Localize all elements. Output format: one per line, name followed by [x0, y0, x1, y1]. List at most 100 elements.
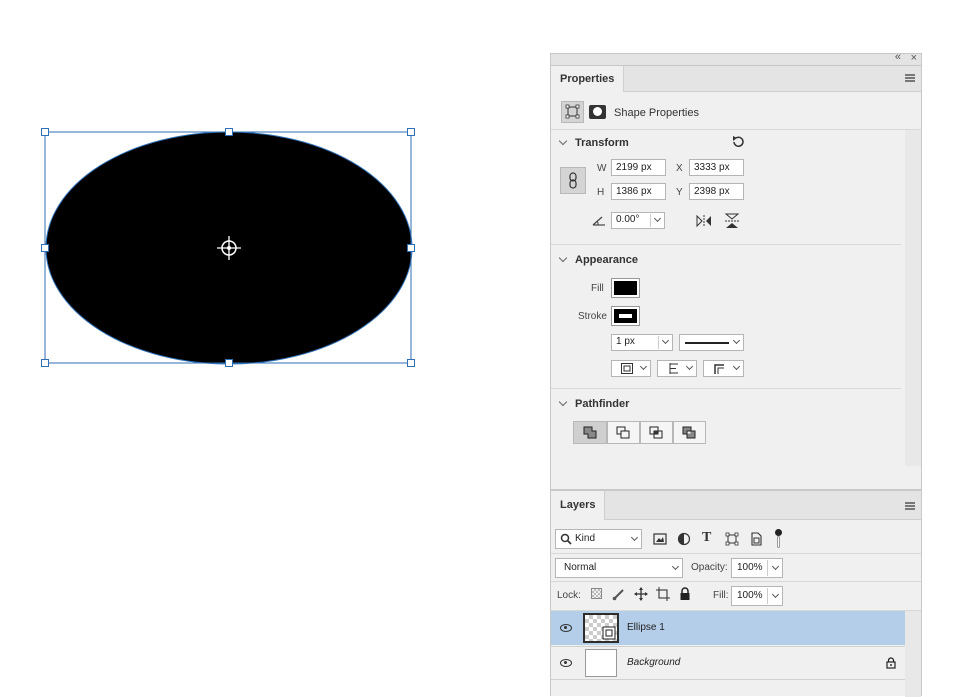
handle-top-center[interactable]: [225, 128, 233, 136]
filter-kind-dropdown[interactable]: Kind: [555, 529, 642, 549]
lock-image-pixels-icon[interactable]: [612, 587, 626, 601]
height-label: H: [597, 187, 605, 198]
layers-tabbar: Layers: [551, 491, 921, 520]
tab-layers[interactable]: Layers: [551, 491, 606, 520]
tab-properties[interactable]: Properties: [551, 66, 625, 92]
subtract-front-shape-icon: [616, 426, 630, 439]
link-dimensions-button[interactable]: [560, 167, 586, 194]
fill-swatch[interactable]: [611, 278, 640, 298]
exclude-overlap-button[interactable]: [673, 421, 706, 444]
angle-value: 0.00°: [616, 214, 640, 225]
transform-collapse-chevron[interactable]: [558, 136, 568, 146]
stroke-caps-dropdown[interactable]: [657, 360, 697, 377]
layer-name[interactable]: Ellipse 1: [627, 622, 665, 633]
combine-shapes-button[interactable]: [573, 421, 607, 444]
fill-opacity-label: Fill:: [713, 590, 729, 601]
fill-opacity-field[interactable]: 100%: [731, 586, 783, 606]
handle-bottom-right[interactable]: [407, 359, 415, 367]
intersect-shapes-icon: [649, 426, 663, 439]
canvas-artwork: [44, 131, 413, 365]
reset-transform-icon[interactable]: [731, 135, 745, 149]
properties-tabbar: Properties: [551, 66, 921, 92]
stroke-align-dropdown[interactable]: [611, 360, 651, 377]
layer-thumbnail: [585, 649, 617, 677]
stroke-width-dropdown[interactable]: 1 px: [611, 334, 673, 351]
handle-middle-right[interactable]: [407, 244, 415, 252]
opacity-label: Opacity:: [691, 562, 728, 573]
document-canvas[interactable]: [0, 0, 548, 696]
smart-object-filter-icon[interactable]: [749, 532, 763, 546]
transform-box-icon: [565, 104, 580, 119]
layers-scrollbar[interactable]: [905, 611, 921, 697]
collapse-panels-icon[interactable]: «: [895, 51, 901, 63]
divider: [551, 581, 921, 582]
divider: [551, 553, 921, 554]
fill-opacity-value: 100%: [737, 590, 763, 601]
blend-mode-dropdown[interactable]: Normal: [555, 558, 683, 578]
properties-scrollbar[interactable]: [905, 130, 921, 466]
handle-bottom-left[interactable]: [41, 359, 49, 367]
angle-dropdown[interactable]: 0.00°: [611, 212, 665, 229]
filter-toggle-icon[interactable]: [775, 529, 782, 549]
layer-row[interactable]: Background: [551, 646, 905, 680]
height-field[interactable]: 1386 px: [611, 183, 666, 200]
stroke-width-value: 1 px: [616, 336, 635, 347]
solid-line-icon: [685, 342, 729, 344]
lock-position-icon[interactable]: [634, 587, 648, 601]
lock-artboard-icon[interactable]: [656, 587, 670, 601]
x-position-field[interactable]: 3333 px: [689, 159, 744, 176]
subtract-front-shape-button[interactable]: [607, 421, 640, 444]
handle-middle-left[interactable]: [41, 244, 49, 252]
divider: [551, 244, 901, 245]
appearance-section-title: Appearance: [575, 254, 638, 266]
type-layer-filter-icon[interactable]: T: [702, 530, 711, 546]
fill-label: Fill: [591, 283, 604, 294]
stroke-swatch[interactable]: [611, 306, 640, 326]
y-label: Y: [676, 187, 683, 198]
width-field[interactable]: 2199 px: [611, 159, 666, 176]
live-shape-button[interactable]: [561, 101, 584, 123]
divider: [551, 129, 921, 130]
close-panel-icon[interactable]: ×: [911, 52, 917, 64]
layer-name[interactable]: Background: [627, 657, 680, 668]
stroke-caps-icon: [669, 363, 678, 374]
flip-horizontal-icon[interactable]: [695, 214, 713, 228]
opacity-field[interactable]: 100%: [731, 558, 783, 578]
handle-top-right[interactable]: [407, 128, 415, 136]
visibility-eye-icon[interactable]: [560, 624, 572, 632]
shape-layer-filter-icon[interactable]: [725, 532, 739, 546]
y-position-field[interactable]: 2398 px: [689, 183, 744, 200]
layer-row[interactable]: Ellipse 1: [551, 611, 905, 645]
handle-top-left[interactable]: [41, 128, 49, 136]
stroke-align-icon: [621, 363, 633, 374]
handle-bottom-center[interactable]: [225, 359, 233, 367]
layers-panel-menu-icon[interactable]: [905, 502, 915, 510]
panel-menu-icon[interactable]: [905, 74, 915, 82]
properties-panel: Properties Shape Properties Transform W …: [550, 65, 922, 490]
layer-lock-icon: [886, 657, 896, 669]
lock-transparent-pixels-icon[interactable]: [591, 588, 602, 599]
stroke-type-dropdown[interactable]: [679, 334, 744, 351]
angle-icon: [592, 216, 605, 226]
filter-kind-value: Kind: [575, 533, 596, 544]
visibility-eye-icon[interactable]: [560, 659, 572, 667]
exclude-overlap-icon: [682, 426, 696, 439]
adjustment-layer-filter-icon[interactable]: [677, 532, 691, 546]
search-icon: [560, 533, 572, 545]
divider: [551, 388, 901, 389]
intersect-shapes-button[interactable]: [640, 421, 673, 444]
lock-label: Lock:: [557, 590, 581, 601]
flip-vertical-icon[interactable]: [724, 212, 740, 230]
shape-properties-label: Shape Properties: [614, 107, 699, 119]
lock-all-icon[interactable]: [679, 587, 691, 601]
link-icon: [569, 172, 577, 189]
width-label: W: [597, 163, 607, 174]
opacity-value: 100%: [737, 562, 763, 573]
pixel-layer-filter-icon[interactable]: [653, 533, 667, 545]
stroke-corners-dropdown[interactable]: [703, 360, 744, 377]
mask-icon[interactable]: [589, 105, 606, 119]
pathfinder-collapse-chevron[interactable]: [558, 397, 568, 407]
layer-thumbnail: [583, 613, 619, 643]
blend-mode-value: Normal: [564, 562, 597, 573]
appearance-collapse-chevron[interactable]: [558, 253, 568, 263]
